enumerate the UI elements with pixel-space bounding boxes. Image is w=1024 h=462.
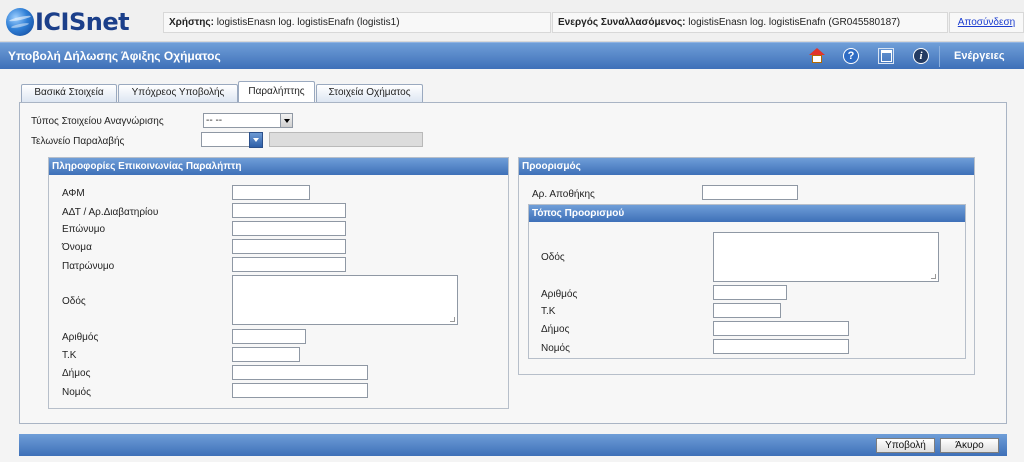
surname-input[interactable] xyxy=(232,221,346,236)
user-label: Χρήστης: xyxy=(169,17,214,28)
dest-zip-label: Τ.Κ xyxy=(541,306,556,317)
dest-prefecture-label: Νομός xyxy=(541,343,570,354)
adt-input[interactable] xyxy=(232,203,346,218)
customs-office-description xyxy=(269,132,423,147)
tab-recipient[interactable]: Παραλήπτης xyxy=(238,81,315,102)
destination-title: Προορισμός xyxy=(519,158,974,175)
logout-link[interactable]: Αποσύνδεση xyxy=(949,12,1024,33)
app-logo: ICISnet xyxy=(6,7,130,37)
dest-zip-input[interactable] xyxy=(713,303,781,318)
destination-place-title: Τόπος Προορισμού xyxy=(529,205,965,222)
globe-icon xyxy=(6,8,34,36)
active-trader-label: Ενεργός Συναλλασόμενος: xyxy=(558,17,686,28)
name-input[interactable] xyxy=(232,239,346,254)
user-info: Χρήστης: logistisEnasn log. logistisEnaf… xyxy=(163,12,551,33)
dest-street-textarea[interactable] xyxy=(713,232,939,282)
active-trader-info: Ενεργός Συναλλασόμενος: logistisEnasn lo… xyxy=(552,12,948,33)
window-icon[interactable] xyxy=(878,48,894,64)
tab-basic-info[interactable]: Βασικά Στοιχεία xyxy=(21,84,117,102)
toolbar-divider xyxy=(939,46,940,67)
dest-municipality-input[interactable] xyxy=(713,321,849,336)
customs-office-label: Τελωνείο Παραλαβής xyxy=(31,136,125,147)
tab-vehicle-info[interactable]: Στοιχεία Οχήματος xyxy=(316,84,423,102)
destination-section: Προορισμός Αρ. Αποθήκης Τόπος Προορισμού… xyxy=(518,157,975,375)
form-panel: Τύπος Στοιχείου Αναγνώρισης -- -- Τελωνε… xyxy=(19,102,1007,424)
help-icon[interactable]: ? xyxy=(843,48,859,64)
surname-label: Επώνυμο xyxy=(62,224,106,235)
active-trader-value: logistisEnasn log. logistisEnafn (GR0455… xyxy=(688,17,901,28)
number-label: Αριθμός xyxy=(62,332,99,343)
submit-button[interactable]: Υποβολή xyxy=(876,438,935,453)
cancel-button[interactable]: Άκυρο xyxy=(940,438,999,453)
destination-place-section: Τόπος Προορισμού Οδός Αριθμός Τ.Κ Δήμος … xyxy=(528,204,966,359)
warehouse-input[interactable] xyxy=(702,185,798,200)
name-label: Όνομα xyxy=(62,242,92,253)
municipality-input[interactable] xyxy=(232,365,368,380)
recipient-contact-title: Πληροφορίες Επικοινωνίας Παραλήπτη xyxy=(49,158,508,175)
dest-prefecture-input[interactable] xyxy=(713,339,849,354)
dest-street-label: Οδός xyxy=(541,252,565,263)
dest-municipality-label: Δήμος xyxy=(541,324,570,335)
afm-label: ΑΦΜ xyxy=(62,188,85,199)
page-title: Υποβολή Δήλωσης Άφιξης Οχήματος xyxy=(8,49,221,63)
chevron-down-icon xyxy=(280,114,292,127)
bottom-action-bar: Υποβολή Άκυρο xyxy=(19,434,1007,456)
father-name-label: Πατρώνυμο xyxy=(62,261,115,272)
adt-label: ΑΔΤ / Αρ.Διαβατηρίου xyxy=(62,207,159,218)
street-textarea[interactable] xyxy=(232,275,458,325)
dest-number-label: Αριθμός xyxy=(541,289,578,300)
actions-menu[interactable]: Ενέργειες xyxy=(954,43,1005,69)
number-input[interactable] xyxy=(232,329,306,344)
warehouse-label: Αρ. Αποθήκης xyxy=(532,189,595,200)
zip-input[interactable] xyxy=(232,347,300,362)
id-type-select[interactable]: -- -- xyxy=(203,113,293,128)
id-type-label: Τύπος Στοιχείου Αναγνώρισης xyxy=(31,116,164,127)
tab-obligor[interactable]: Υπόχρεος Υποβολής xyxy=(118,84,238,102)
logo-text: ICISnet xyxy=(35,8,130,36)
id-type-value: -- -- xyxy=(206,115,223,126)
top-bar: ICISnet Χρήστης: logistisEnasn log. logi… xyxy=(0,0,1024,42)
prefecture-input[interactable] xyxy=(232,383,368,398)
afm-input[interactable] xyxy=(232,185,310,200)
municipality-label: Δήμος xyxy=(62,368,91,379)
home-icon[interactable] xyxy=(809,48,825,64)
dest-number-input[interactable] xyxy=(713,285,787,300)
info-icon[interactable]: i xyxy=(913,48,929,64)
father-name-input[interactable] xyxy=(232,257,346,272)
user-value: logistisEnasn log. logistisEnafn (logist… xyxy=(216,17,400,28)
zip-label: Τ.Κ xyxy=(62,350,77,361)
recipient-contact-section: Πληροφορίες Επικοινωνίας Παραλήπτη ΑΦΜ Α… xyxy=(48,157,509,409)
prefecture-label: Νομός xyxy=(62,387,91,398)
title-bar: Υποβολή Δήλωσης Άφιξης Οχήματος ? i Ενέρ… xyxy=(0,42,1024,69)
street-label: Οδός xyxy=(62,296,86,307)
customs-office-input[interactable] xyxy=(201,132,250,147)
customs-dropdown-button[interactable] xyxy=(249,132,263,148)
